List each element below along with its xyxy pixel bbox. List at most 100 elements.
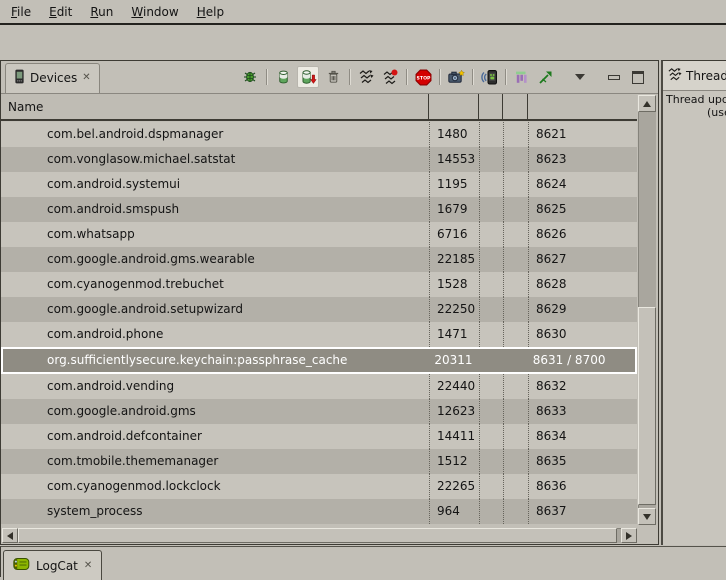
blank-cell [478, 349, 502, 372]
arrow-right-icon [626, 532, 632, 540]
table-row[interactable]: com.android.phone 1471 8630 [1, 322, 637, 347]
process-name-cell: com.google.android.gms.wearable [1, 247, 429, 272]
start-opengl-trace-button[interactable] [536, 67, 556, 87]
column-header-port[interactable] [528, 94, 637, 119]
menu-help[interactable]: Help [188, 3, 233, 21]
vertical-scrollbar[interactable] [638, 95, 656, 525]
pid-cell: 1480 [429, 122, 479, 147]
blank-cell [503, 322, 528, 347]
view-menu-button[interactable] [570, 67, 590, 87]
start-method-profiling-button[interactable] [380, 67, 400, 87]
scroll-down-button[interactable] [638, 508, 656, 525]
table-row[interactable]: com.android.smspush 1679 8625 [1, 197, 637, 222]
table-row[interactable]: com.google.android.setupwizard 22250 862… [1, 297, 637, 322]
blank-cell [503, 449, 528, 474]
toolbar-separator [266, 69, 267, 85]
debug-process-button[interactable] [240, 67, 260, 87]
table-row[interactable]: com.android.defcontainer 14411 8634 [1, 424, 637, 449]
table-row[interactable]: system_process 964 8637 [1, 499, 637, 524]
process-name-cell: com.cyanogenmod.lockclock [1, 474, 429, 499]
column-header-name[interactable]: Name [1, 94, 429, 119]
menu-file[interactable]: File [2, 3, 40, 21]
tab-logcat[interactable]: LogCat ✕ [3, 550, 102, 580]
devices-toolbar: STOP [238, 66, 658, 88]
pid-cell: 1195 [429, 172, 479, 197]
table-row[interactable]: com.android.vending 22440 8632 [1, 374, 637, 399]
blank-cell [479, 499, 503, 524]
port-cell: 8621 [528, 122, 637, 147]
port-cell: 8632 [528, 374, 637, 399]
tab-devices[interactable]: Devices ✕ [5, 63, 100, 93]
vertical-scrollbar-thumb[interactable] [638, 307, 656, 505]
column-header-pid[interactable] [429, 94, 479, 119]
phone-icon [14, 69, 25, 87]
pid-cell: 1512 [429, 449, 479, 474]
table-row[interactable]: com.android.systemui 1195 8624 [1, 172, 637, 197]
table-row[interactable]: com.vonglasow.michael.satstat 14553 8623 [1, 147, 637, 172]
port-cell: 8623 [528, 147, 637, 172]
toolbar-separator [406, 69, 407, 85]
start-systrace-button[interactable] [512, 67, 532, 87]
process-name-cell: com.google.android.setupwizard [1, 297, 429, 322]
blank-cell [479, 122, 503, 147]
blank-cell [479, 474, 503, 499]
stop-process-button[interactable]: STOP [413, 67, 433, 87]
port-cell: 8625 [528, 197, 637, 222]
table-row[interactable]: com.bel.android.dspmanager 1480 8621 [1, 122, 637, 147]
column-header-blank1[interactable] [479, 94, 503, 119]
scroll-left-button[interactable] [2, 528, 18, 543]
table-row[interactable]: com.google.android.gms.wearable 22185 86… [1, 247, 637, 272]
blank-cell [503, 122, 528, 147]
blank-cell [503, 399, 528, 424]
blank-cell [479, 147, 503, 172]
process-name-cell: com.vonglasow.michael.satstat [1, 147, 429, 172]
blank-cell [503, 172, 528, 197]
port-cell: 8629 [528, 297, 637, 322]
menu-run[interactable]: Run [81, 3, 122, 21]
blank-cell [503, 499, 528, 524]
horizontal-scrollbar-thumb[interactable] [18, 528, 617, 543]
tab-devices-close-icon[interactable]: ✕ [82, 73, 90, 83]
pid-cell: 22250 [429, 297, 479, 322]
scroll-up-button[interactable] [638, 95, 656, 112]
scroll-right-button[interactable] [621, 528, 637, 543]
table-row[interactable]: com.cyanogenmod.trebuchet 1528 8628 [1, 272, 637, 297]
port-cell: 8633 [528, 399, 637, 424]
tab-logcat-label: LogCat [36, 559, 78, 573]
stop-icon: STOP [415, 69, 432, 86]
dump-hprof-button[interactable] [297, 66, 319, 88]
table-row[interactable]: com.tmobile.thememanager 1512 8635 [1, 449, 637, 474]
menu-edit[interactable]: Edit [40, 3, 81, 21]
process-name-cell: com.tmobile.thememanager [1, 449, 429, 474]
blank-cell [503, 474, 528, 499]
update-threads-button[interactable] [356, 67, 376, 87]
table-row[interactable]: org.sufficientlysecure.keychain:passphra… [1, 347, 637, 374]
process-name-cell: com.google.android.gms [1, 399, 429, 424]
capture-device-view-button[interactable] [479, 67, 499, 87]
menu-window[interactable]: Window [122, 3, 187, 21]
port-cell: 8624 [528, 172, 637, 197]
horizontal-scrollbar[interactable] [2, 528, 637, 543]
tab-threads-label[interactable]: Threads [686, 69, 726, 83]
blank-cell [479, 222, 503, 247]
minimize-button[interactable] [604, 67, 624, 87]
table-row[interactable]: com.google.android.gms 12623 8633 [1, 399, 637, 424]
maximize-button[interactable] [628, 67, 648, 87]
threads-message: Thread updates not enabled for selected … [663, 91, 726, 119]
blank-cell [479, 322, 503, 347]
cause-gc-button[interactable] [323, 67, 343, 87]
column-header-blank2[interactable] [503, 94, 528, 119]
port-cell: 8631 / 8700 [527, 349, 635, 372]
update-heap-button[interactable] [273, 67, 293, 87]
logcat-icon [13, 557, 30, 574]
table-row[interactable]: com.cyanogenmod.lockclock 22265 8636 [1, 474, 637, 499]
tab-logcat-close-icon[interactable]: ✕ [84, 561, 92, 571]
port-cell: 8626 [528, 222, 637, 247]
blank-cell [479, 399, 503, 424]
table-row[interactable]: com.whatsapp 6716 8626 [1, 222, 637, 247]
blank-cell [503, 297, 528, 322]
screen-capture-button[interactable] [446, 67, 466, 87]
process-name-cell: com.android.vending [1, 374, 429, 399]
blank-cell [503, 374, 528, 399]
blank-cell [503, 424, 528, 449]
